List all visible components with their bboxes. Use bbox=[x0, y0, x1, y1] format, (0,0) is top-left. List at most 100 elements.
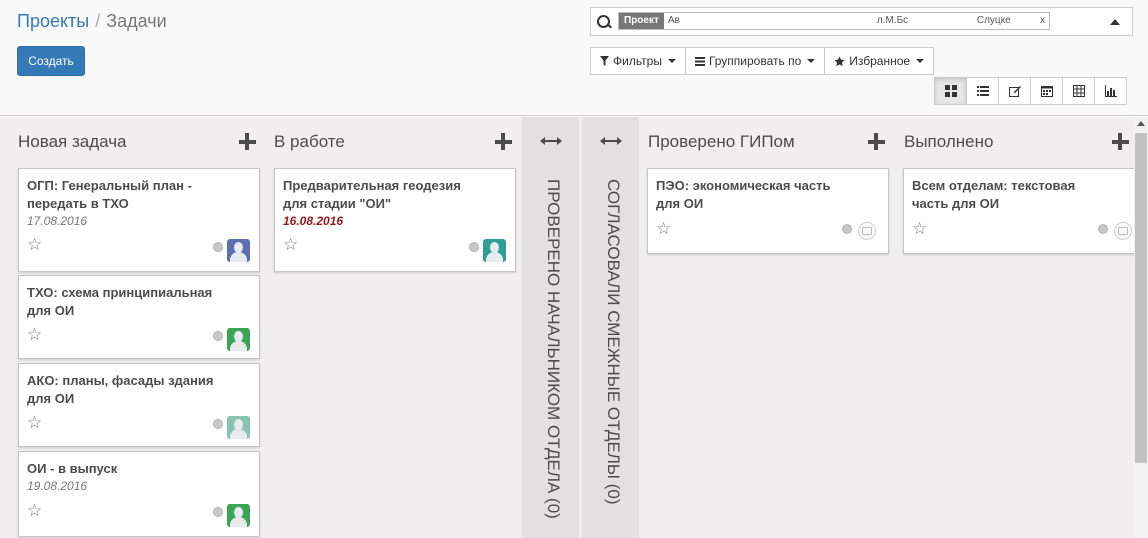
unfold-icon[interactable] bbox=[522, 136, 579, 146]
breadcrumb-current: Задачи bbox=[106, 11, 167, 31]
add-card-icon[interactable] bbox=[238, 132, 258, 152]
card-title: Всем отделам: текстовая часть для ОИ bbox=[912, 178, 1076, 211]
status-dot[interactable] bbox=[1098, 224, 1108, 234]
task-card[interactable]: Всем отделам: текстовая часть для ОИ ☆ bbox=[903, 168, 1145, 254]
breadcrumb-projects-link[interactable]: Проекты bbox=[17, 11, 89, 31]
group-by-label: Группировать по bbox=[708, 54, 802, 68]
star-icon[interactable]: ☆ bbox=[283, 236, 299, 253]
graph-view-button[interactable] bbox=[1094, 77, 1127, 105]
card-title: ОИ - в выпуск bbox=[27, 461, 118, 476]
camera-icon bbox=[1114, 222, 1132, 240]
facet-label: Проект bbox=[619, 13, 664, 29]
status-dot[interactable] bbox=[469, 242, 479, 252]
card-title: ТХО: схема принципиальная для ОИ bbox=[27, 285, 213, 318]
column-header: Новая задача bbox=[10, 117, 266, 165]
card-title: ПЭО: экономическая часть для ОИ bbox=[656, 178, 831, 211]
kanban-column: Выполнено Всем отделам: текстовая часть … bbox=[895, 117, 1148, 538]
favorites-button[interactable]: Избранное bbox=[824, 47, 935, 75]
star-icon[interactable]: ☆ bbox=[656, 220, 672, 237]
task-card[interactable]: ПЭО: экономическая часть для ОИ ☆ bbox=[647, 168, 889, 254]
calendar-view-button[interactable] bbox=[1030, 77, 1063, 105]
star-icon[interactable]: ☆ bbox=[27, 414, 43, 431]
form-view-button[interactable] bbox=[998, 77, 1031, 105]
task-card[interactable]: Предварительная геодезия для стадии "ОИ"… bbox=[274, 168, 516, 272]
folded-column[interactable]: ПРОВЕРЕНО НАЧАЛЬНИКОМ ОТДЕЛА (0) bbox=[522, 117, 579, 538]
column-title: Новая задача bbox=[18, 132, 127, 151]
star-icon[interactable]: ☆ bbox=[27, 236, 43, 253]
column-header: Проверено ГИПом bbox=[639, 117, 895, 165]
facet-values: Ав л.М.Бс Слуцке bbox=[664, 13, 1036, 29]
column-header: Выполнено bbox=[895, 117, 1148, 165]
facet-value: Ав bbox=[667, 15, 680, 26]
facet-value: Слуцке bbox=[976, 15, 1011, 26]
avatar bbox=[227, 239, 250, 262]
column-title: В работе bbox=[274, 132, 345, 151]
kanban-column: Новая задача ОГП: Генеральный план - пер… bbox=[10, 117, 266, 538]
search-facet: Проект Ав л.М.Бс Слуцке x bbox=[618, 12, 1050, 30]
avatar bbox=[227, 416, 250, 439]
add-card-icon[interactable] bbox=[1111, 132, 1131, 152]
status-dot[interactable] bbox=[213, 242, 223, 252]
star-icon bbox=[834, 55, 845, 66]
status-dot[interactable] bbox=[213, 331, 223, 341]
search-box[interactable]: Проект Ав л.М.Бс Слуцке x bbox=[590, 7, 1133, 36]
bars-icon bbox=[694, 56, 705, 66]
folded-column[interactable]: СОГЛАСОВАЛИ СМЕЖНЫЕ ОТДЕЛЫ (0) bbox=[582, 117, 639, 538]
status-dot[interactable] bbox=[842, 224, 852, 234]
facet-remove-button[interactable]: x bbox=[1036, 13, 1049, 29]
add-card-icon[interactable] bbox=[494, 132, 514, 152]
folded-column-title: ПРОВЕРЕНО НАЧАЛЬНИКОМ ОТДЕЛА (0) bbox=[543, 179, 563, 519]
unfold-icon[interactable] bbox=[582, 136, 639, 146]
search-icon bbox=[597, 15, 611, 29]
list-icon bbox=[976, 86, 989, 96]
status-dot[interactable] bbox=[213, 507, 223, 517]
column-header: В работе bbox=[266, 117, 522, 165]
list-view-button[interactable] bbox=[966, 77, 999, 105]
kanban-view-button[interactable] bbox=[934, 77, 967, 105]
facet-value: л.М.Бс bbox=[876, 15, 909, 26]
star-icon[interactable]: ☆ bbox=[912, 220, 928, 237]
star-icon[interactable]: ☆ bbox=[27, 326, 43, 343]
column-title: Проверено ГИПом bbox=[648, 132, 795, 151]
column-title: Выполнено bbox=[904, 132, 994, 151]
kanban-column: В работе Предварительная геодезия для ст… bbox=[266, 117, 522, 538]
card-title: АКО: планы, фасады здания для ОИ bbox=[27, 373, 214, 406]
favorites-label: Избранное bbox=[849, 54, 911, 68]
task-card[interactable]: ОГП: Генеральный план - передать в ТХО 1… bbox=[18, 168, 260, 272]
task-card[interactable]: ОИ - в выпуск 19.08.2016 ☆ bbox=[18, 451, 260, 537]
task-card[interactable]: ТХО: схема принципиальная для ОИ ☆ bbox=[18, 275, 260, 359]
caret-down-icon bbox=[667, 59, 676, 63]
view-switcher bbox=[934, 77, 1127, 105]
camera-icon bbox=[858, 222, 876, 240]
group-by-button[interactable]: Группировать по bbox=[684, 47, 826, 75]
search-options-toggle[interactable] bbox=[1110, 19, 1120, 25]
avatar bbox=[483, 239, 506, 262]
filter-icon bbox=[600, 56, 609, 66]
table-icon bbox=[1072, 85, 1085, 97]
kanban-board: Новая задача ОГП: Генеральный план - пер… bbox=[0, 117, 1148, 538]
calendar-icon bbox=[1040, 86, 1053, 97]
edit-icon bbox=[1008, 86, 1021, 97]
task-card[interactable]: АКО: планы, фасады здания для ОИ ☆ bbox=[18, 363, 260, 447]
control-panel: Проекты / Задачи Создать Проект Ав л.М.Бс … bbox=[0, 0, 1148, 116]
kanban-icon bbox=[944, 85, 957, 97]
card-title: Предварительная геодезия для стадии "ОИ" bbox=[283, 178, 461, 211]
star-icon[interactable]: ☆ bbox=[27, 502, 43, 519]
breadcrumb-separator: / bbox=[95, 11, 101, 31]
card-deadline: 19.08.2016 bbox=[27, 479, 88, 493]
search-options-group: Фильтры Группировать по Избранное bbox=[590, 47, 935, 75]
scroll-up-icon[interactable] bbox=[1137, 121, 1145, 126]
caret-down-icon bbox=[807, 59, 816, 63]
card-deadline: 16.08.2016 bbox=[283, 214, 344, 228]
card-deadline: 17.08.2016 bbox=[27, 214, 88, 228]
create-button[interactable]: Создать bbox=[17, 46, 85, 76]
kanban-column: Проверено ГИПом ПЭО: экономическая часть… bbox=[639, 117, 895, 538]
scrollbar-thumb[interactable] bbox=[1135, 133, 1147, 463]
status-dot[interactable] bbox=[213, 419, 223, 429]
filters-button[interactable]: Фильтры bbox=[590, 47, 686, 75]
add-card-icon[interactable] bbox=[867, 132, 887, 152]
folded-column-title: СОГЛАСОВАЛИ СМЕЖНЫЕ ОТДЕЛЫ (0) bbox=[603, 179, 623, 505]
avatar bbox=[227, 504, 250, 527]
vertical-scrollbar[interactable] bbox=[1134, 117, 1148, 538]
pivot-view-button[interactable] bbox=[1062, 77, 1095, 105]
